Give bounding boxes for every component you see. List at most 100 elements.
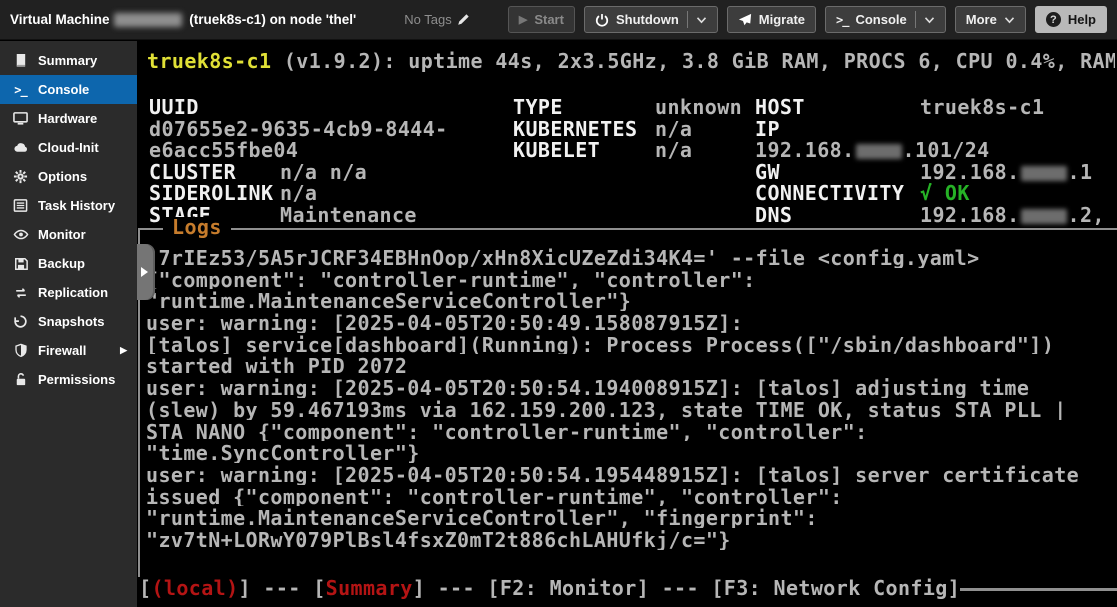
sidebar-item-label: Summary (38, 53, 97, 68)
host-label: HOST (755, 95, 920, 117)
ip-label: IP (755, 117, 920, 139)
log-line: user: warning: [2025-04-05T20:50:54.1940… (146, 376, 1117, 398)
terminal-icon: >_ (12, 83, 29, 97)
log-line: [talos] service[dashboard](Running): Pro… (146, 333, 1117, 355)
stage-value: Maintenance (280, 203, 417, 225)
shutdown-label: Shutdown (616, 12, 679, 27)
logs-panel-title: Logs (163, 217, 231, 239)
replication-icon (12, 286, 29, 300)
help-button[interactable]: ? Help (1035, 6, 1107, 33)
hostname: truek8s-c1 (147, 51, 271, 73)
footer-text: [(local)] --- [Summary] --- [F2: Monitor… (139, 576, 960, 600)
vnc-controlbar-handle[interactable] (137, 244, 155, 300)
migrate-label: Migrate (759, 12, 805, 27)
footer-segment: ] (948, 576, 960, 600)
log-line: (slew) by 59.467193ms via 162.159.200.12… (146, 398, 1117, 420)
submenu-arrow-icon: ▶ (120, 345, 127, 356)
sidebar-item-console[interactable]: >_ Console (0, 75, 137, 104)
sidebar-item-permissions[interactable]: Permissions (0, 365, 137, 394)
sidebar-item-label: Backup (38, 256, 85, 271)
sidebar-item-options[interactable]: Options (0, 162, 137, 191)
sidebar-item-summary[interactable]: Summary (0, 46, 137, 75)
siderolink-label: SIDEROLINK (149, 181, 280, 203)
title-stats: (v1.9.2): uptime 44s, 2x3.5GHz, 3.8 GiB … (271, 51, 1115, 73)
start-button[interactable]: ▶ Start (508, 6, 575, 33)
play-icon: ▶ (519, 13, 527, 26)
sidebar-item-label: Hardware (38, 111, 97, 126)
sidebar-item-task-history[interactable]: Task History (0, 191, 137, 220)
kubelet-value: n/a (655, 138, 692, 160)
top-toolbar: Virtual Machine (truek8s-c1) on node 'th… (0, 0, 1117, 40)
log-line: started with PID 2072 (146, 354, 1117, 376)
cluster-label: CLUSTER (149, 160, 280, 182)
footer-segment: [ (139, 576, 151, 600)
sidebar-item-label: Console (38, 82, 89, 97)
talos-title-line: truek8s-c1 (v1.9.2): uptime 44s, 2x3.5GH… (147, 51, 1115, 73)
power-icon (595, 13, 609, 27)
footer-segment: ] --- [ (413, 576, 500, 600)
floppy-icon (12, 257, 29, 271)
talos-footer-bar: [(local)] --- [Summary] --- [F2: Monitor… (139, 576, 1117, 600)
title-prefix: Virtual Machine (10, 12, 110, 27)
sidebar-item-backup[interactable]: Backup (0, 249, 137, 278)
uuid-value-line2: e6acc55fbe04 (149, 138, 298, 160)
no-tags-label: No Tags (404, 12, 451, 27)
log-line: user: warning: [2025-04-05T20:50:54.1954… (146, 463, 1117, 485)
shield-icon (12, 343, 29, 358)
display-icon (12, 111, 29, 126)
ip-value: 192.168..101/24 (755, 138, 990, 160)
button-separator (687, 11, 688, 28)
log-line: "runtime.MaintenanceServiceController"} (146, 289, 1117, 311)
chevron-down-icon[interactable] (924, 16, 935, 24)
chevron-down-icon[interactable] (696, 16, 707, 24)
start-label: Start (534, 12, 564, 27)
uuid-value-line1: d07655e2-9635-4cb9-8444- (149, 117, 448, 139)
redacted-ip-octet (856, 144, 902, 159)
more-label: More (966, 12, 997, 27)
log-line: "zv7tN+LORwY079PlBsl4fsxZ0mT2t886chLAHUf… (146, 528, 1117, 550)
footer-segment: ] --- [ (239, 576, 326, 600)
console-label: Console (855, 12, 906, 27)
host-value: truek8s-c1 (920, 95, 1044, 117)
terminal-icon: >_ (836, 13, 848, 27)
redacted-ip-octet (1021, 166, 1067, 181)
migrate-button[interactable]: Migrate (727, 6, 816, 33)
info-column-middle: TYPEunknown KUBERNETESn/a KUBELETn/a (513, 95, 742, 160)
info-column-right: HOSTtruek8s-c1 IP 192.168..101/24 GW192.… (755, 95, 1115, 225)
footer-rule (960, 588, 1117, 591)
footer-segment: (local) (151, 576, 238, 600)
list-icon (12, 198, 29, 213)
sidebar-item-hardware[interactable]: Hardware (0, 104, 137, 133)
vnc-console-screen[interactable]: truek8s-c1 (v1.9.2): uptime 44s, 2x3.5GH… (137, 40, 1117, 607)
sidebar-item-label: Permissions (38, 372, 115, 387)
sidebar-item-label: Monitor (38, 227, 86, 242)
more-button[interactable]: More (955, 6, 1026, 33)
sidebar-item-replication[interactable]: Replication (0, 278, 137, 307)
shutdown-button[interactable]: Shutdown (584, 6, 718, 33)
redacted-ip-octet (1021, 209, 1067, 224)
sidebar-item-label: Task History (38, 198, 115, 213)
log-line: user: warning: [2025-04-05T20:50:49.1580… (146, 311, 1117, 333)
siderolink-value: n/a (280, 181, 317, 203)
title-suffix: (truek8s-c1) on node 'thel' (186, 12, 357, 27)
sidebar-item-cloud-init[interactable]: Cloud-Init (0, 133, 137, 162)
sidebar-item-label: Cloud-Init (38, 140, 99, 155)
connectivity-label: CONNECTIVITY (755, 181, 920, 203)
help-label: Help (1068, 12, 1096, 27)
edit-tags-pencil-icon (457, 13, 470, 26)
gear-icon (12, 169, 29, 184)
sidebar-item-firewall[interactable]: Firewall ▶ (0, 336, 137, 365)
console-button[interactable]: >_ Console (825, 6, 946, 33)
uuid-label: UUID (149, 95, 280, 117)
kubernetes-value: n/a (655, 117, 692, 139)
sidebar-item-label: Firewall (38, 343, 86, 358)
no-tags-button[interactable]: No Tags (404, 12, 469, 27)
eye-icon (12, 227, 29, 242)
redacted-vm-id (114, 13, 182, 27)
sidebar-item-label: Snapshots (38, 314, 104, 329)
sidebar-item-snapshots[interactable]: Snapshots (0, 307, 137, 336)
footer-segment: F2: Monitor (500, 576, 637, 600)
history-icon (12, 314, 29, 329)
unlock-icon (12, 372, 29, 387)
sidebar-item-monitor[interactable]: Monitor (0, 220, 137, 249)
